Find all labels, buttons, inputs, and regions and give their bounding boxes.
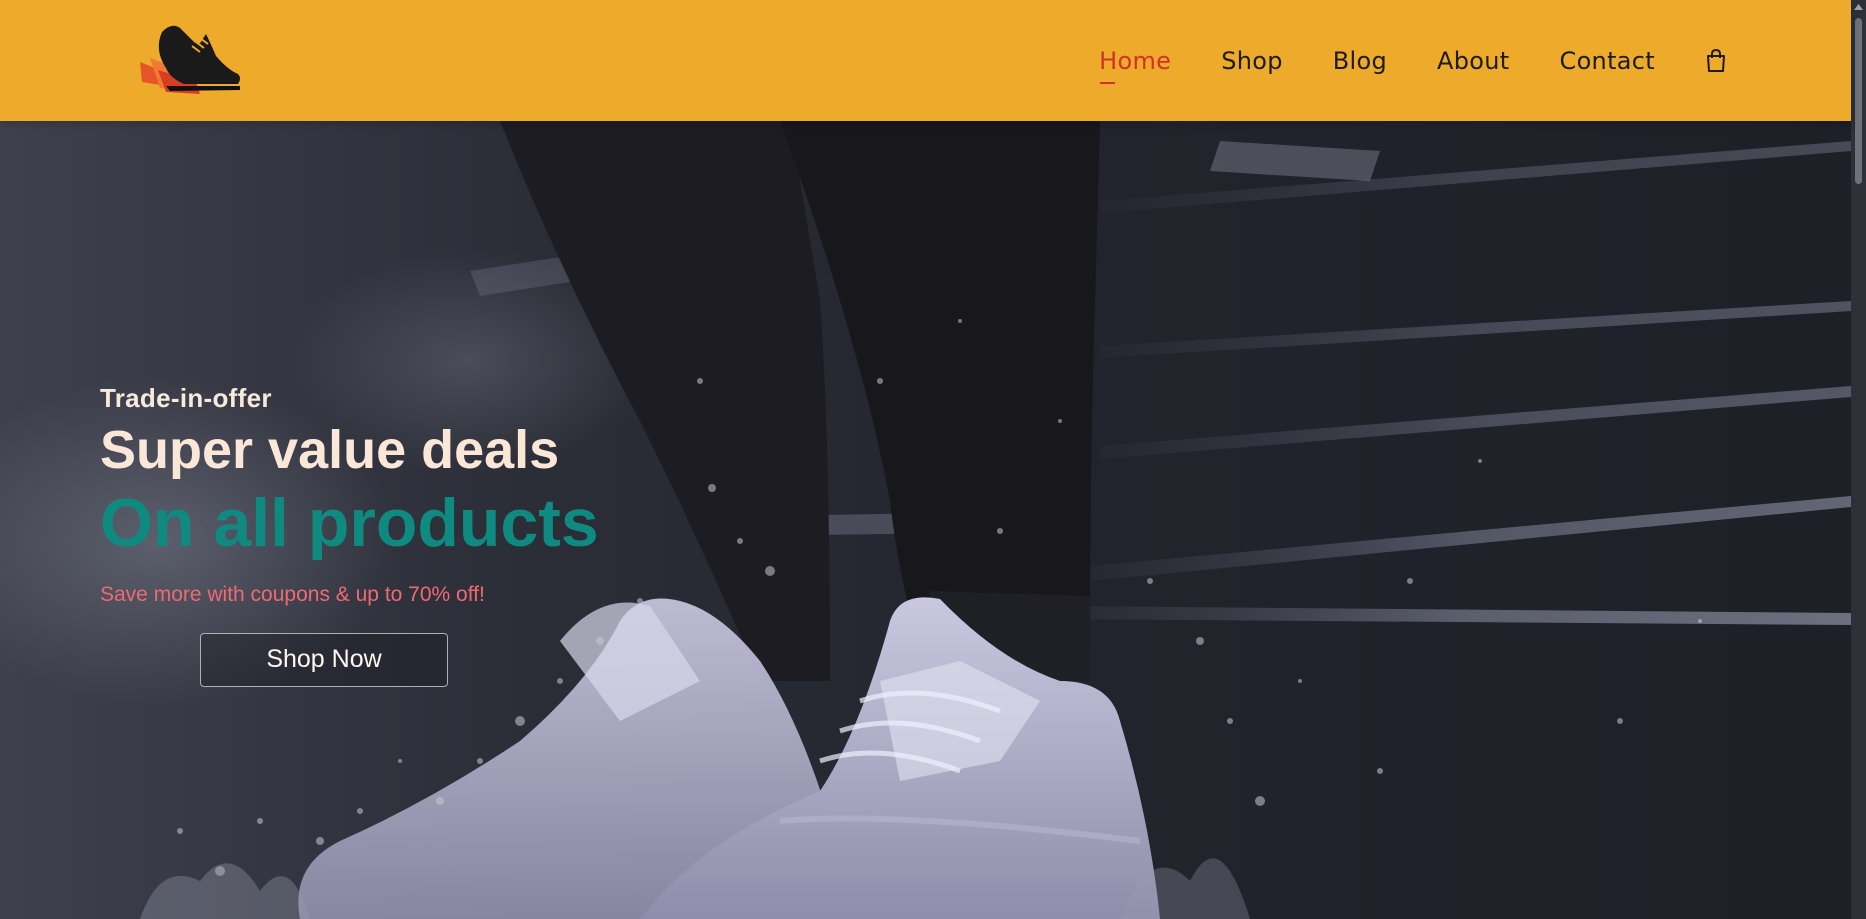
shopping-bag-icon [1707,48,1725,72]
hero-banner: Trade-in-offer Super value deals On all … [0,121,1851,919]
site-header: Home Shop Blog About Contact [0,0,1851,121]
main-nav: Home Shop Blog About Contact [1099,0,1727,121]
nav-item-blog: Blog [1333,47,1387,75]
hero-headline: Super value deals [100,420,560,480]
nav-item-contact: Contact [1560,47,1655,75]
nav-link-shop[interactable]: Shop [1221,47,1283,75]
nav-item-home: Home [1099,47,1171,75]
nav-link-contact[interactable]: Contact [1560,47,1655,75]
cart-button[interactable] [1705,48,1727,73]
shop-now-button[interactable]: Shop Now [200,632,448,687]
hero-content: Trade-in-offer Super value deals On all … [100,383,599,687]
scroll-up-arrow-icon[interactable] [1854,4,1863,10]
hero-subheadline: On all products [100,484,599,561]
nav-item-cart [1705,48,1727,73]
nav-link-blog[interactable]: Blog [1333,47,1387,75]
running-shoe-logo-icon [140,25,240,94]
scrollbar-thumb[interactable] [1855,18,1862,184]
nav-link-home[interactable]: Home [1099,47,1171,75]
hero-tagline: Save more with coupons & up to 70% off! [100,582,485,606]
offer-eyebrow: Trade-in-offer [100,383,272,413]
nav-item-shop: Shop [1221,47,1283,75]
nav-link-about[interactable]: About [1437,47,1509,75]
nav-item-about: About [1437,47,1509,75]
brand-logo[interactable] [136,12,244,102]
page-scrollbar[interactable] [1851,0,1866,919]
